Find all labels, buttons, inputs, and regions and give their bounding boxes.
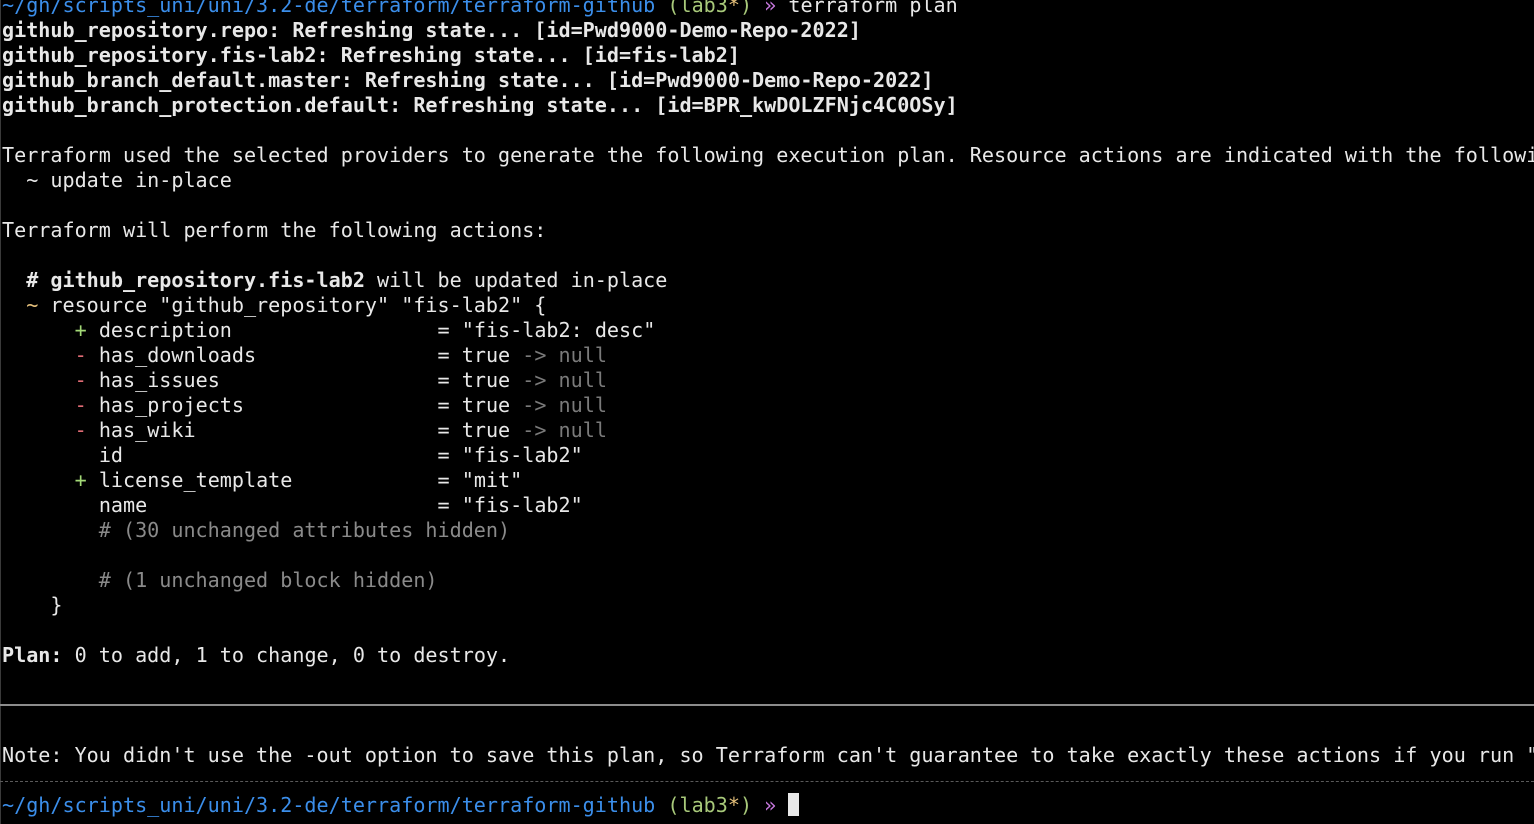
attribute-equals: = [437,368,462,392]
attribute-row: - has_wiki = true -> null [2,418,607,443]
resource-header: ~ resource "github_repository" "fis-lab2… [2,293,546,318]
prompt-line-bottom[interactable]: ~/gh/scripts_uni/uni/3.2-de/terraform/te… [2,793,800,818]
attribute-row: + description = "fis-lab2: desc" [2,318,656,343]
prompt-branch-close: ) [739,0,753,17]
refresh-line: github_branch_default.master: Refreshing… [2,68,934,92]
attribute-row: - has_issues = true -> null [2,368,607,393]
attribute-equals: = [437,343,462,367]
attribute-name: has_wiki [98,418,438,442]
divider-rule [0,704,1534,706]
prompt-dirty-marker: * [727,793,740,817]
attribute-name: has_downloads [98,343,438,367]
attribute-add-sign: + [74,468,87,492]
attribute-value: "fis-lab2: desc" [461,318,656,342]
prompt-dirty-marker: * [727,0,740,17]
prompt-path: ~/gh/scripts_uni/uni/3.2-de/terraform/te… [2,793,656,817]
plan-intro: Terraform used the selected providers to… [2,143,1534,167]
attribute-sign [75,493,87,517]
refresh-line: github_repository.repo: Refreshing state… [2,18,861,42]
attribute-name: license_template [98,468,438,492]
attribute-value: "mit" [461,468,523,492]
attribute-remove-sign: - [74,418,87,442]
prompt-branch-open: ( [655,793,680,817]
attribute-remove-sign: - [74,393,87,417]
prompt-path: ~/gh/scripts_uni/uni/3.2-de/terraform/te… [2,0,656,17]
attribute-equals: = [437,443,462,467]
hidden-blocks-note: # (1 unchanged block hidden) [2,568,438,592]
prompt-branch: lab3 [679,793,728,817]
note-line: Note: You didn't use the -out option to … [2,743,1534,767]
attribute-row: name = "fis-lab2" [2,493,583,518]
attribute-value: "fis-lab2" [461,493,583,517]
attribute-change: -> null [510,393,607,417]
plan-legend: ~ update in-place [2,168,232,192]
attribute-value: true [461,393,511,417]
resource-comment: # github_repository.fis-lab2 will be upd… [2,268,667,293]
text-cursor[interactable] [788,793,800,816]
attribute-row: - has_projects = true -> null [2,393,607,418]
refresh-line: github_branch_protection.default: Refres… [2,93,958,117]
attribute-row: id = "fis-lab2" [2,443,583,468]
resource-update-tilde: ~ [2,293,39,317]
actions-heading: Terraform will perform the following act… [2,218,547,242]
resource-comment-name: github_repository.fis-lab2 [50,268,365,292]
plan-summary: Plan: 0 to add, 1 to change, 0 to destro… [2,643,510,668]
dashed-divider [0,781,1534,782]
attribute-value: true [461,418,511,442]
attribute-name: id [98,443,438,467]
attribute-sign [75,443,87,467]
attribute-equals: = [437,468,462,492]
attribute-equals: = [437,493,462,517]
prompt-arrow-icon: » [752,793,777,817]
prompt-arrow-icon: » [752,0,777,17]
resource-close-brace: } [2,593,63,617]
prompt-branch-open: ( [655,0,680,17]
plan-counts: 0 to add, 1 to change, 0 to destroy. [62,643,511,667]
hidden-attributes-note: # (30 unchanged attributes hidden) [2,518,511,542]
attribute-value: true [461,343,511,367]
attribute-equals: = [437,418,462,442]
attribute-remove-sign: - [74,343,87,367]
prompt-branch-close: ) [739,793,753,817]
refresh-line: github_repository.fis-lab2: Refreshing s… [2,43,740,67]
attribute-row: - has_downloads = true -> null [2,343,607,368]
attribute-change: -> null [510,418,607,442]
resource-comment-hash: # [2,268,51,292]
prompt-branch: lab3 [679,0,728,17]
resource-header-text: resource "github_repository" "fis-lab2" … [38,293,547,317]
attribute-value: "fis-lab2" [461,443,583,467]
attribute-name: has_issues [98,368,438,392]
attribute-equals: = [437,318,462,342]
attribute-name: name [98,493,438,517]
attribute-add-sign: + [74,318,87,342]
attribute-change: -> null [510,368,607,392]
plan-label: Plan: [2,643,63,667]
attribute-name: has_projects [98,393,438,417]
attribute-value: true [461,368,511,392]
attribute-row: + license_template = "mit" [2,468,523,493]
window-left-border [0,0,1,824]
attribute-equals: = [437,393,462,417]
attribute-name: description [98,318,438,342]
prompt-command: terraform plan [776,0,958,17]
resource-comment-rest: will be updated in-place [364,268,668,292]
prompt-line-top: ~/gh/scripts_uni/uni/3.2-de/terraform/te… [2,0,958,18]
attribute-change: -> null [510,343,607,367]
attribute-remove-sign: - [74,368,87,392]
